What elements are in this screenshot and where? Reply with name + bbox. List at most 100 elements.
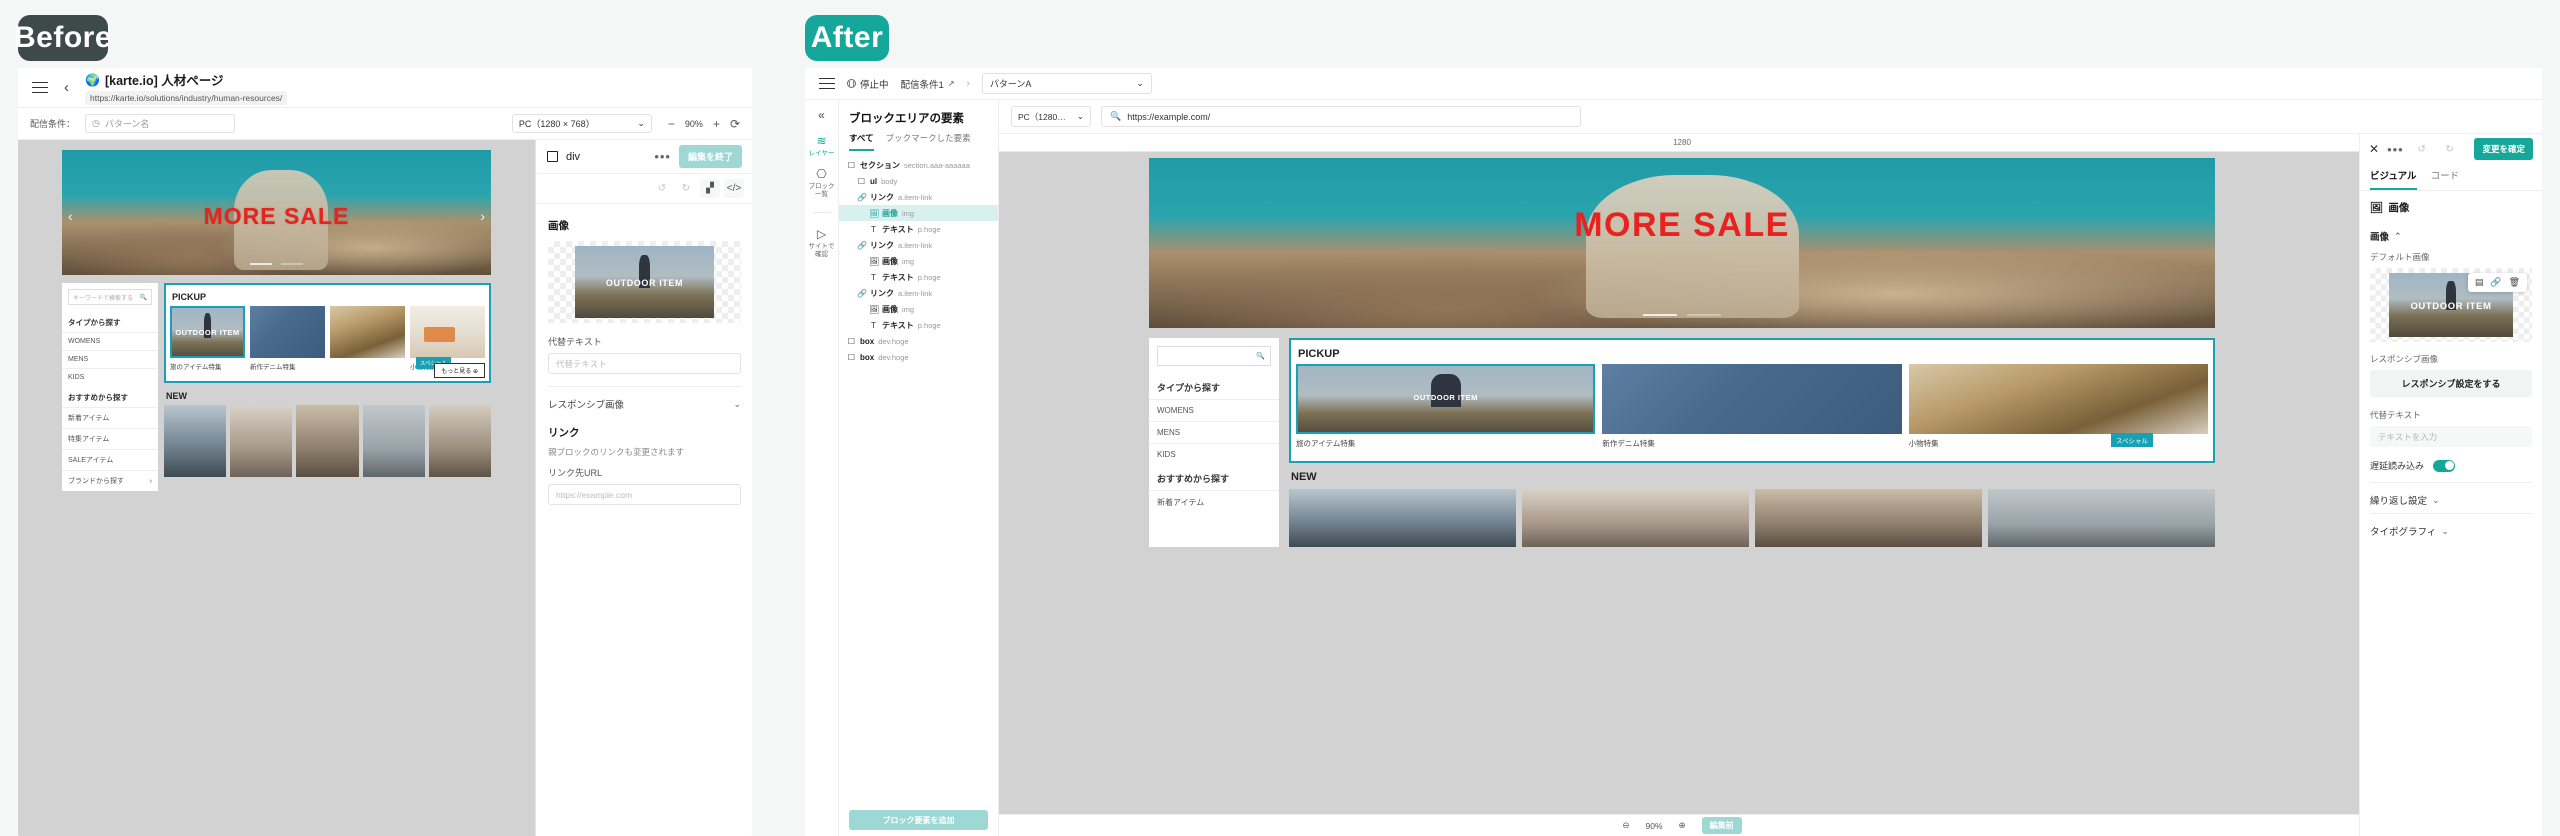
responsive-image-accordion[interactable]: レスポンシブ画像 ⌄ (548, 386, 741, 411)
ellipsis-icon[interactable]: ••• (2387, 142, 2404, 157)
layer-tree-item[interactable]: 🖼 画像 img (839, 301, 998, 317)
carousel-dot[interactable] (1687, 314, 1722, 316)
after-url-input[interactable]: 🔍 https://example.com/ (1101, 106, 1581, 127)
layer-tree-item[interactable]: ☐ box dev.hoge (839, 349, 998, 365)
zoom-in-button[interactable]: + (713, 117, 720, 131)
card-thumbnail[interactable] (1296, 364, 1596, 434)
carousel-dot[interactable] (1642, 314, 1677, 316)
zoom-icon[interactable]: ⊖ (1622, 820, 1629, 831)
sidebar-item-womens[interactable]: WOMENS (1149, 399, 1279, 421)
card-thumbnail[interactable] (330, 306, 405, 358)
add-block-icon[interactable]: ▞ (700, 179, 720, 198)
tab-visual[interactable]: ビジュアル (2370, 164, 2417, 190)
layer-tree-item[interactable]: 🖼 画像 img (839, 205, 998, 221)
tab-code[interactable]: コード (2431, 164, 2460, 190)
before-edit-button[interactable]: 編集前 (1701, 817, 1742, 834)
new-item[interactable] (1755, 489, 1982, 547)
new-item[interactable] (362, 405, 425, 477)
layer-tree-item[interactable]: T テキスト p.hoge (839, 317, 998, 333)
layer-tree-item[interactable]: ☐ セクション section.aaa-aaaaaa (839, 157, 998, 173)
pickup-card[interactable]: 新作デニム特集 (1602, 364, 1902, 449)
site-search-input[interactable]: キーワードで検索する 🔍 (68, 289, 152, 305)
close-icon[interactable]: ✕ (2369, 142, 2379, 156)
layer-tree-item[interactable]: 🔗 リンク a.item-link (839, 285, 998, 301)
ellipsis-icon[interactable]: ••• (654, 149, 671, 164)
carousel-dot[interactable] (250, 263, 273, 265)
redo-icon[interactable]: ↻ (676, 179, 696, 198)
sidebar-item-mens[interactable]: MENS (1149, 421, 1279, 443)
sidebar-item-brand[interactable]: ブランドから探す › (62, 470, 158, 491)
sidebar-item-sale[interactable]: SALEアイテム (62, 449, 158, 470)
rail-item-preview[interactable]: ▷ サイトで 確認 (809, 227, 835, 258)
new-item[interactable] (1522, 489, 1749, 547)
alt-text-input[interactable]: 代替テキスト (548, 353, 741, 374)
pickup-card[interactable]: 旅のアイテム特集 (1296, 364, 1596, 449)
carousel-prev-icon[interactable]: ‹ (68, 208, 73, 224)
card-thumbnail[interactable] (1602, 364, 1902, 434)
finish-edit-button[interactable]: 編集を終了 (678, 145, 742, 168)
sidebar-item-kids[interactable]: KIDS (62, 368, 158, 386)
image-section-header[interactable]: 画像 ⌃ (2370, 229, 2532, 244)
lazy-load-toggle[interactable] (2433, 459, 2456, 472)
carousel-dot[interactable] (280, 263, 303, 265)
new-item[interactable] (428, 405, 492, 477)
more-button[interactable]: もっと見る ⊕ (434, 363, 485, 378)
link-icon[interactable]: 🔗 (2490, 277, 2501, 288)
layer-tree-item[interactable]: ☐ ul body (839, 173, 998, 189)
undo-icon[interactable]: ↺ (2412, 140, 2432, 159)
rail-item-blocks[interactable]: ⎔ ブロック 一覧 (809, 167, 835, 198)
sidebar-item-kids[interactable]: KIDS (1149, 443, 1279, 465)
alt-text-input[interactable]: テキストを入力 (2370, 426, 2532, 447)
rail-item-layers[interactable]: ≋ レイヤー (809, 134, 835, 157)
card-thumbnail[interactable] (1908, 364, 2208, 434)
card-thumbnail[interactable] (170, 306, 245, 358)
hamburger-icon[interactable] (32, 81, 48, 94)
sidebar-item-mens[interactable]: MENS (62, 350, 158, 368)
undo-icon[interactable]: ↺ (652, 179, 672, 198)
zoom-out-button[interactable]: − (668, 117, 675, 131)
layer-tree-item[interactable]: 🖼 画像 img (839, 253, 998, 269)
layer-tree-item[interactable]: T テキスト p.hoge (839, 221, 998, 237)
new-item[interactable] (296, 405, 359, 477)
new-item[interactable] (1988, 489, 2215, 547)
redo-icon[interactable]: ↻ (2440, 140, 2460, 159)
chevron-left-icon[interactable]: ‹ (64, 79, 69, 96)
new-item[interactable] (1289, 489, 1516, 547)
image-preview[interactable] (548, 241, 741, 323)
carousel-next-icon[interactable]: › (480, 208, 485, 224)
sidebar-item-feature[interactable]: 特集アイテム (62, 428, 158, 449)
pickup-card[interactable]: 新作デニム特集 (250, 306, 325, 371)
layer-tree-item[interactable]: ☐ box dev.hoge (839, 333, 998, 349)
pickup-card[interactable]: 旅のアイテム特集 (170, 306, 245, 371)
repeat-settings-accordion[interactable]: 繰り返し設定 ⌄ (2370, 482, 2532, 507)
trash-icon[interactable]: 🗑 (2509, 277, 2520, 288)
tab-all[interactable]: すべて (849, 132, 874, 151)
pickup-card[interactable]: 小物特集 (1908, 364, 2208, 449)
after-device-select[interactable]: PC（1280… ⌄ (1011, 106, 1091, 127)
external-link-icon[interactable]: ↗ (948, 79, 955, 88)
card-thumbnail[interactable] (410, 306, 485, 358)
default-image-preview[interactable]: ▤ 🔗 🗑 (2370, 268, 2532, 342)
breadcrumb-condition[interactable]: 配信条件1 ↗ (901, 77, 955, 91)
pattern-select[interactable]: パターンA ⌄ (981, 73, 1152, 94)
sidebar-item-new[interactable]: 新着アイテム (62, 407, 158, 428)
code-icon[interactable]: </> (724, 179, 744, 198)
sidebar-item-womens[interactable]: WOMENS (62, 332, 158, 350)
confirm-changes-button[interactable]: 変更を確定 (2474, 138, 2533, 160)
tab-bookmarked[interactable]: ブックマークした要素 (886, 132, 971, 151)
layer-tree-item[interactable]: T テキスト p.hoge (839, 269, 998, 285)
reload-icon[interactable]: ⟳ (730, 117, 740, 131)
collapse-left-icon[interactable]: « (818, 108, 825, 122)
site-search-input[interactable]: 🔍 (1157, 346, 1271, 366)
replace-icon[interactable]: ▤ (2475, 277, 2484, 288)
layer-tree-item[interactable]: 🔗 リンク a.item-link (839, 189, 998, 205)
pattern-input[interactable]: ◷ パターン名 (85, 114, 236, 133)
layer-tree-item[interactable]: 🔗 リンク a.item-link (839, 237, 998, 253)
card-thumbnail[interactable] (250, 306, 325, 358)
add-block-button[interactable]: ブロック要素を追加 (849, 810, 988, 830)
typography-accordion[interactable]: タイポグラフィ ⌄ (2370, 513, 2532, 538)
responsive-settings-button[interactable]: レスポンシブ設定をする (2370, 370, 2532, 397)
link-url-input[interactable]: https://example.com (548, 484, 741, 505)
new-item[interactable] (230, 405, 293, 477)
device-select[interactable]: PC（1280 × 768） ⌄ (511, 114, 652, 133)
